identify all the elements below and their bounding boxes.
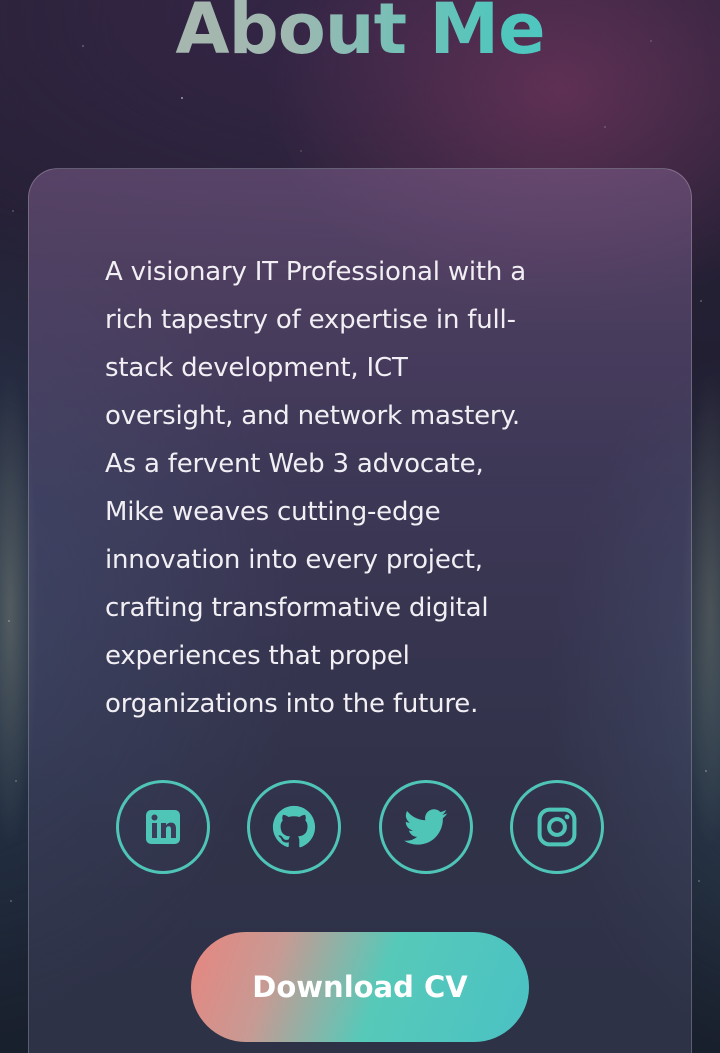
bio-line: As a fervent Web 3 advocate, — [105, 449, 484, 479]
instagram-link[interactable] — [510, 780, 604, 874]
bio-line: innovation into every project, — [105, 545, 483, 575]
github-link[interactable] — [247, 780, 341, 874]
twitter-icon — [404, 809, 448, 845]
linkedin-link[interactable] — [116, 780, 210, 874]
bio-line: stack development, ICT — [105, 353, 408, 383]
bio-line: crafting transformative digital — [105, 593, 489, 623]
github-icon — [272, 805, 316, 848]
social-links — [0, 780, 720, 874]
download-cv-button[interactable]: Download CV — [191, 932, 529, 1042]
linkedin-icon — [146, 810, 180, 844]
page-title: About Me — [0, 0, 720, 70]
bio-line: Mike weaves cutting-edge — [105, 497, 441, 527]
bio-line: organizations into the future. — [105, 689, 479, 719]
instagram-icon — [537, 807, 577, 847]
bio-line: experiences that propel — [105, 641, 410, 671]
twitter-link[interactable] — [379, 780, 473, 874]
bio-line: A visionary IT Professional with a — [105, 257, 526, 287]
bio-text: A visionary IT Professional with a rich … — [105, 248, 615, 728]
bio-line: rich tapestry of expertise in full- — [105, 305, 516, 335]
bio-line: oversight, and network mastery. — [105, 401, 520, 431]
